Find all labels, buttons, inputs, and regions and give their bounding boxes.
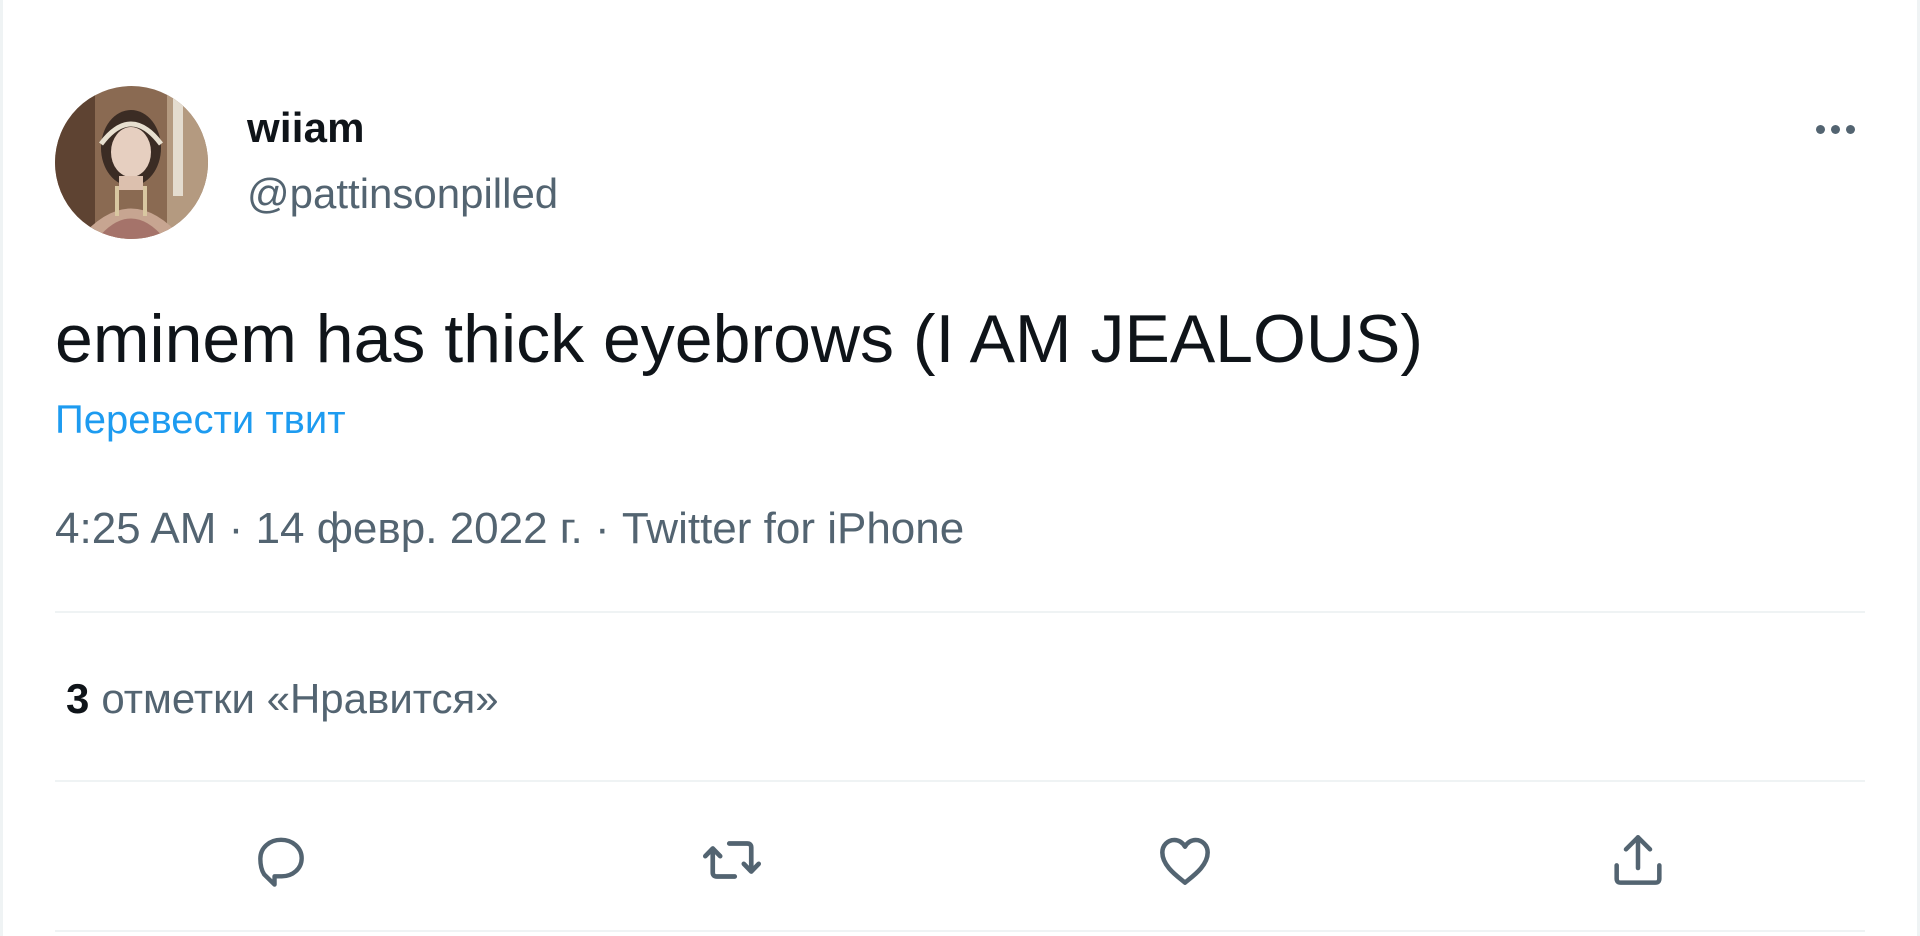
heart-icon bbox=[1160, 837, 1210, 885]
more-dot bbox=[1845, 124, 1855, 134]
more-dot bbox=[1815, 124, 1825, 134]
likes-count: 3 bbox=[66, 675, 90, 722]
user-handle[interactable]: @pattinsonpilled bbox=[247, 170, 558, 218]
divider bbox=[55, 780, 1865, 782]
tweet-source[interactable]: Twitter for iPhone bbox=[622, 504, 964, 553]
like-button[interactable] bbox=[1145, 820, 1225, 900]
share-button[interactable] bbox=[1598, 820, 1678, 900]
reply-icon bbox=[258, 837, 304, 887]
divider bbox=[55, 611, 1865, 613]
likes-label: отметки «Нравится» bbox=[101, 675, 499, 722]
tweet-time[interactable]: 4:25 AM bbox=[55, 504, 216, 553]
avatar-image bbox=[55, 86, 208, 239]
avatar[interactable] bbox=[55, 86, 208, 239]
divider bbox=[55, 930, 1865, 932]
tweet-date[interactable]: 14 февр. 2022 г. bbox=[256, 504, 583, 553]
translate-tweet-link[interactable]: Перевести твит bbox=[55, 398, 346, 443]
meta-separator: · bbox=[594, 504, 610, 553]
retweet-button[interactable] bbox=[692, 820, 772, 900]
tweet-text: eminem has thick eyebrows (I AM JEALOUS) bbox=[55, 301, 1424, 377]
tweet-meta: 4:25 AM · 14 февр. 2022 г. · Twitter for… bbox=[55, 504, 964, 554]
meta-separator: · bbox=[228, 504, 244, 553]
reply-button[interactable] bbox=[241, 820, 321, 900]
tweet-detail: wiiam @pattinsonpilled eminem has thick … bbox=[0, 0, 1920, 936]
more-dot bbox=[1830, 124, 1840, 134]
user-display-name[interactable]: wiiam bbox=[247, 104, 365, 152]
retweet-icon bbox=[702, 841, 762, 879]
left-border bbox=[0, 0, 3, 936]
more-options-button[interactable] bbox=[1800, 104, 1870, 154]
likes-stat[interactable]: 3 отметки «Нравится» bbox=[66, 675, 499, 723]
share-icon bbox=[1614, 835, 1662, 885]
